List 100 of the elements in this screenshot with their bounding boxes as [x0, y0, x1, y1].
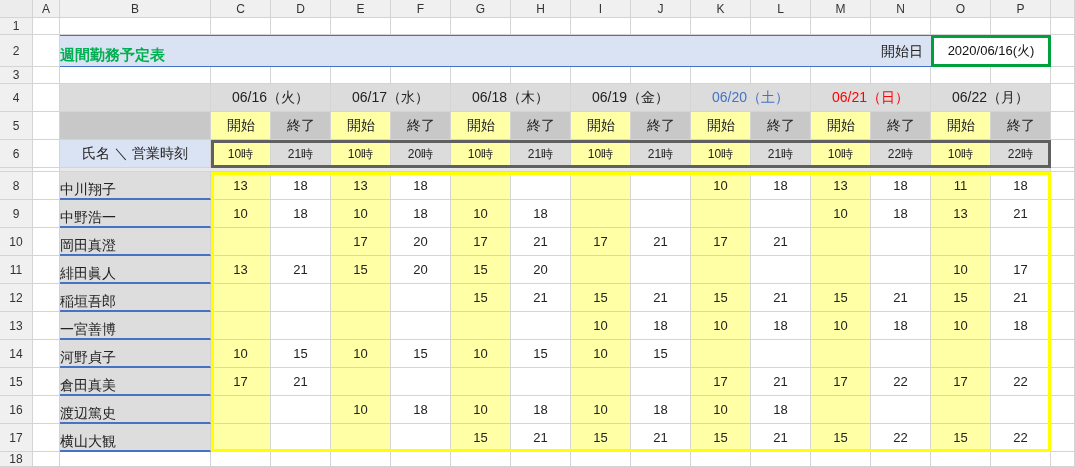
- table-cell: 10: [451, 200, 511, 228]
- day-header: 06/16（火）: [211, 84, 331, 112]
- table-cell: 18: [871, 200, 931, 228]
- column-label: 開始: [211, 112, 271, 140]
- row-header[interactable]: 17: [0, 424, 33, 452]
- column-label: 終了: [631, 112, 691, 140]
- row-header[interactable]: 13: [0, 312, 33, 340]
- table-cell: 10: [331, 396, 391, 424]
- table-cell: 10: [331, 200, 391, 228]
- table-cell: 10: [571, 340, 631, 368]
- row-header[interactable]: 8: [0, 172, 33, 200]
- row-header[interactable]: 2: [0, 35, 33, 67]
- column-header[interactable]: J: [631, 0, 691, 18]
- table-cell: 20: [511, 256, 571, 284]
- column-header[interactable]: K: [691, 0, 751, 18]
- column-label: 開始: [571, 112, 631, 140]
- table-cell: 15: [811, 424, 871, 452]
- staff-name: 倉田真美: [60, 368, 211, 396]
- table-cell: 15: [571, 424, 631, 452]
- start-date-field[interactable]: 2020/06/16(火): [931, 35, 1051, 67]
- table-cell: 15: [631, 340, 691, 368]
- row-header[interactable]: 12: [0, 284, 33, 312]
- table-cell: 10: [691, 312, 751, 340]
- column-header[interactable]: H: [511, 0, 571, 18]
- row-header[interactable]: 15: [0, 368, 33, 396]
- table-cell: 18: [751, 396, 811, 424]
- day-header: 06/20（土）: [691, 84, 811, 112]
- column-header[interactable]: [1051, 0, 1075, 18]
- column-header[interactable]: N: [871, 0, 931, 18]
- table-cell: 22: [871, 368, 931, 396]
- table-cell: 21: [271, 256, 331, 284]
- table-cell: 13: [931, 200, 991, 228]
- column-header[interactable]: M: [811, 0, 871, 18]
- row-header[interactable]: 10: [0, 228, 33, 256]
- staff-name: 中川翔子: [60, 172, 211, 200]
- table-cell: 15: [391, 340, 451, 368]
- day-header: 06/17（水）: [331, 84, 451, 112]
- row-header[interactable]: 5: [0, 112, 33, 140]
- staff-name: 岡田真澄: [60, 228, 211, 256]
- select-all-corner[interactable]: [0, 0, 33, 18]
- table-cell: 18: [511, 396, 571, 424]
- row-header[interactable]: 1: [0, 18, 33, 35]
- table-cell: 21: [751, 284, 811, 312]
- column-header[interactable]: D: [271, 0, 331, 18]
- day-header: 06/22（月）: [931, 84, 1051, 112]
- table-cell: 17: [211, 368, 271, 396]
- table-cell: 10: [451, 396, 511, 424]
- table-cell: 18: [631, 396, 691, 424]
- table-cell: 15: [931, 424, 991, 452]
- table-cell: 10: [811, 312, 871, 340]
- table-cell: 10: [931, 256, 991, 284]
- column-header[interactable]: C: [211, 0, 271, 18]
- table-cell: 17: [931, 368, 991, 396]
- row-header[interactable]: 18: [0, 452, 33, 467]
- column-header[interactable]: E: [331, 0, 391, 18]
- column-header[interactable]: P: [991, 0, 1051, 18]
- staff-name: 一宮善博: [60, 312, 211, 340]
- row-header[interactable]: 6: [0, 140, 33, 168]
- table-cell: 18: [391, 396, 451, 424]
- column-label: 開始: [451, 112, 511, 140]
- column-header[interactable]: O: [931, 0, 991, 18]
- table-cell: 20: [391, 256, 451, 284]
- row-header[interactable]: 14: [0, 340, 33, 368]
- column-header[interactable]: F: [391, 0, 451, 18]
- table-cell: 10: [571, 312, 631, 340]
- row-header[interactable]: 16: [0, 396, 33, 424]
- column-label: 終了: [271, 112, 331, 140]
- row-header[interactable]: 9: [0, 200, 33, 228]
- row-header[interactable]: 3: [0, 67, 33, 84]
- staff-name: 横山大観: [60, 424, 211, 452]
- table-cell: 18: [511, 200, 571, 228]
- table-cell: 10: [451, 340, 511, 368]
- row-header[interactable]: 11: [0, 256, 33, 284]
- table-cell: 15: [691, 284, 751, 312]
- column-header[interactable]: I: [571, 0, 631, 18]
- table-cell: 21: [631, 284, 691, 312]
- table-cell: 21: [271, 368, 331, 396]
- column-header[interactable]: A: [33, 0, 60, 18]
- staff-name: 稲垣吾郎: [60, 284, 211, 312]
- table-cell: 21: [511, 284, 571, 312]
- table-cell: 15: [811, 284, 871, 312]
- table-cell: 20: [391, 228, 451, 256]
- start-date-label: 開始日: [881, 41, 923, 61]
- table-cell: 17: [571, 228, 631, 256]
- day-header: 06/21（日）: [811, 84, 931, 112]
- row-header[interactable]: 4: [0, 84, 33, 112]
- table-cell: 10: [211, 200, 271, 228]
- table-cell: 18: [751, 312, 811, 340]
- column-label: 終了: [511, 112, 571, 140]
- column-header[interactable]: G: [451, 0, 511, 18]
- table-cell: 17: [331, 228, 391, 256]
- corner-label: 氏名 ＼ 営業時刻: [60, 140, 211, 168]
- table-cell: 10: [211, 340, 271, 368]
- column-header[interactable]: B: [60, 0, 211, 18]
- column-header[interactable]: L: [751, 0, 811, 18]
- table-cell: 15: [571, 284, 631, 312]
- staff-name: 渡辺篤史: [60, 396, 211, 424]
- day-header: 06/18（木）: [451, 84, 571, 112]
- table-cell: 15: [451, 284, 511, 312]
- staff-name: 河野貞子: [60, 340, 211, 368]
